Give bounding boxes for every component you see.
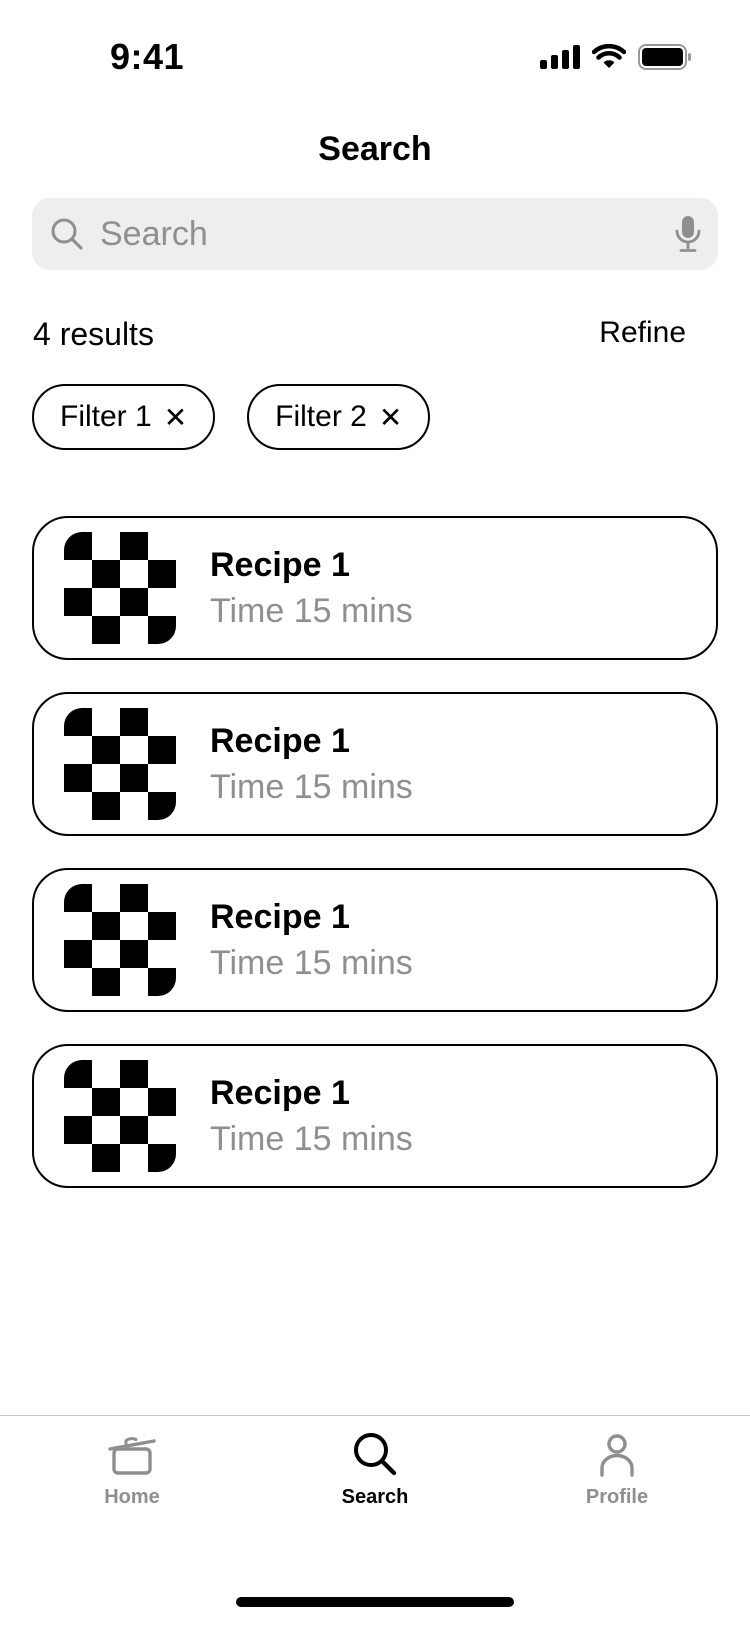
recipe-image-placeholder: [64, 884, 176, 996]
close-icon[interactable]: ✕: [379, 401, 402, 434]
microphone-icon[interactable]: [674, 215, 702, 253]
search-input[interactable]: [98, 213, 674, 255]
recipe-image-placeholder: [64, 1060, 176, 1172]
filter-chip-label: Filter 1: [60, 400, 152, 433]
tab-profile-label: Profile: [585, 1486, 649, 1508]
recipe-card[interactable]: Recipe 1 Time 15 mins: [32, 692, 718, 836]
recipe-title: Recipe 1: [210, 898, 350, 936]
battery-icon: [638, 44, 691, 70]
recipe-card[interactable]: Recipe 1 Time 15 mins: [32, 868, 718, 1012]
recipe-time: Time 15 mins: [210, 1120, 413, 1158]
tab-bar: Home Search Profile: [0, 1415, 750, 1625]
results-count: 4 results: [33, 316, 154, 352]
status-time: 9:41: [110, 36, 185, 77]
recipe-time: Time 15 mins: [210, 944, 413, 982]
filter-chip[interactable]: Filter 1 ✕: [32, 384, 216, 450]
recipe-card[interactable]: Recipe 1 Time 15 mins: [32, 516, 718, 660]
recipe-image-placeholder: [64, 532, 176, 644]
tab-home[interactable]: Home: [62, 1430, 202, 1509]
page-title: Search: [318, 130, 432, 168]
filter-chips: Filter 1 ✕ Filter 2 ✕: [32, 384, 431, 450]
recipe-time: Time 15 mins: [210, 592, 413, 630]
filter-chip[interactable]: Filter 2 ✕: [247, 384, 431, 450]
refine-button[interactable]: Refine: [599, 316, 686, 350]
tab-search[interactable]: Search: [305, 1430, 445, 1509]
tab-search-label: Search: [341, 1486, 409, 1508]
search-icon: [354, 1433, 397, 1476]
cellular-signal-icon: [540, 45, 580, 69]
recipe-title: Recipe 1: [210, 1074, 350, 1112]
search-field[interactable]: [32, 198, 718, 270]
recipe-time: Time 15 mins: [210, 768, 413, 806]
recipe-card[interactable]: Recipe 1 Time 15 mins: [32, 1044, 718, 1188]
wifi-icon: [592, 44, 626, 68]
person-icon: [600, 1434, 634, 1477]
filter-chip-label: Filter 2: [275, 400, 367, 433]
home-indicator: [236, 1597, 514, 1607]
recipe-image-placeholder: [64, 708, 176, 820]
recipe-title: Recipe 1: [210, 722, 350, 760]
status-icons: [540, 44, 692, 70]
recipe-title: Recipe 1: [210, 546, 350, 584]
search-icon: [51, 218, 83, 250]
tab-profile[interactable]: Profile: [547, 1430, 687, 1509]
close-icon[interactable]: ✕: [164, 401, 187, 434]
tab-home-label: Home: [104, 1486, 160, 1508]
pot-icon: [108, 1437, 156, 1475]
